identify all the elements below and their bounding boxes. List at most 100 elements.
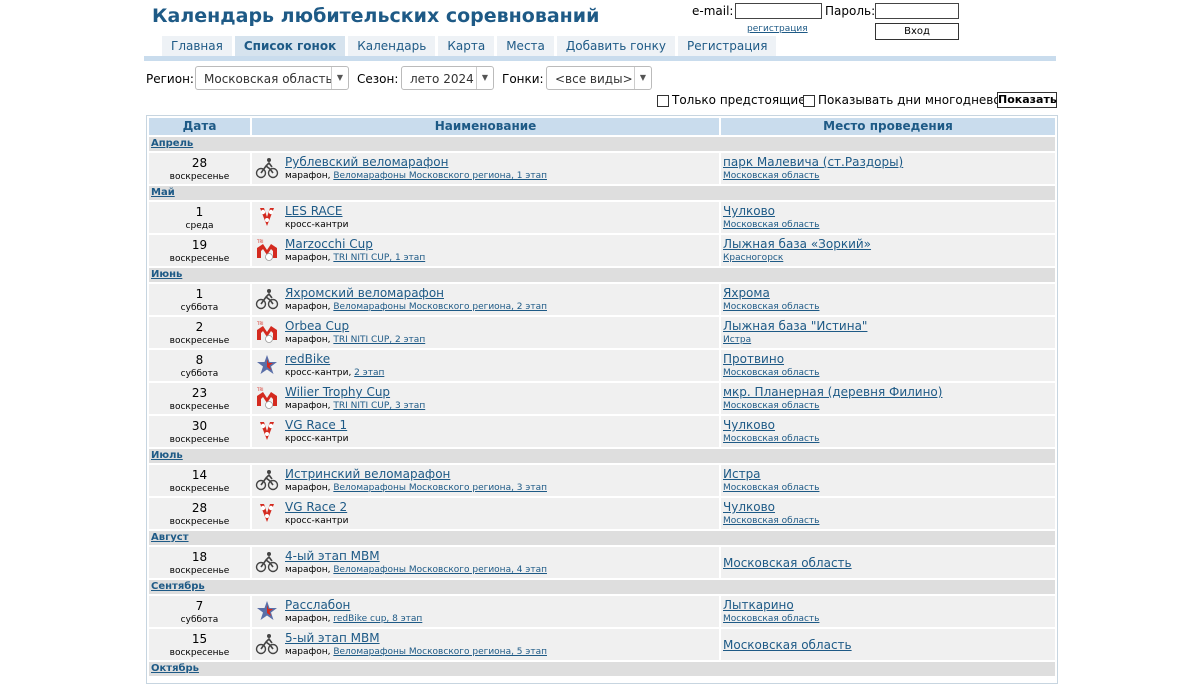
- place-link[interactable]: Московская область: [723, 638, 852, 652]
- region-link[interactable]: Московская область: [723, 516, 819, 526]
- nav-tab[interactable]: Карта: [438, 36, 495, 56]
- place-link[interactable]: мкр. Планерная (деревня Филино): [723, 385, 942, 399]
- race-day: 30: [191, 419, 208, 433]
- month-header[interactable]: Июнь: [149, 268, 1055, 282]
- race-meta: кросс-кантри: [285, 516, 348, 526]
- upcoming-checkbox[interactable]: [657, 95, 669, 107]
- race-name-link[interactable]: LES RACE: [285, 204, 343, 218]
- place-link[interactable]: парк Малевича (ст.Раздоры): [723, 155, 903, 169]
- race-weekday: воскресенье: [169, 566, 230, 576]
- race-series-link[interactable]: TRI NITI CUP, 2 этап: [333, 335, 425, 345]
- race-day: 1: [195, 205, 204, 219]
- month-header[interactable]: Октябрь: [149, 662, 1055, 676]
- password-field[interactable]: [875, 3, 959, 19]
- login-button[interactable]: Вход: [875, 23, 959, 40]
- register-link[interactable]: регистрация: [747, 24, 808, 34]
- place-cell: Московская область: [721, 547, 1055, 578]
- name-cell: redBike кросс-кантри, 2 этап: [252, 350, 719, 381]
- place-link[interactable]: Чулково: [723, 500, 775, 514]
- tri-niti-icon: TRI: [255, 238, 279, 262]
- nav-tab[interactable]: Календарь: [348, 36, 436, 56]
- region-link[interactable]: Московская область: [723, 220, 819, 230]
- race-name-link[interactable]: Яхромский веломарафон: [285, 286, 444, 300]
- race-series-link[interactable]: Веломарафоны Московского региона, 4 этап: [333, 565, 547, 575]
- nav-tab[interactable]: Список гонок: [234, 36, 346, 56]
- table-row: 14 воскресенье Истринский веломарафон мараф…: [149, 465, 1055, 496]
- race-weekday: суббота: [180, 369, 219, 379]
- place-link[interactable]: Истра: [723, 467, 761, 481]
- race-name-link[interactable]: VG Race 2: [285, 500, 347, 514]
- multiday-checkbox[interactable]: [803, 95, 815, 107]
- place-link[interactable]: Чулково: [723, 204, 775, 218]
- race-meta: марафон, redBike cup, 8 этап: [285, 614, 422, 624]
- race-series-link[interactable]: Веломарафоны Московского региона, 2 этап: [333, 302, 547, 312]
- nav-tab[interactable]: Главная: [162, 36, 232, 56]
- race-name-link[interactable]: 5-ый этап МВМ: [285, 631, 380, 645]
- region-link[interactable]: Московская область: [723, 401, 819, 411]
- month-header[interactable]: Апрель: [149, 137, 1055, 151]
- table-row: 15 воскресенье 5-ый этап МВМ марафон, Велом…: [149, 629, 1055, 660]
- region-link[interactable]: Московская область: [723, 614, 819, 624]
- region-select[interactable]: Московская область ▼: [195, 66, 349, 90]
- month-header[interactable]: Июль: [149, 449, 1055, 463]
- race-series-link[interactable]: redBike cup, 8 этап: [333, 614, 422, 624]
- race-name-link[interactable]: Wilier Trophy Cup: [285, 385, 390, 399]
- race-weekday: суббота: [180, 615, 219, 625]
- email-field[interactable]: [735, 3, 822, 19]
- nav-tab[interactable]: Добавить гонку: [556, 36, 675, 56]
- login-form: e-mail: Пароль: регистрация Вход: [690, 3, 990, 40]
- races-select[interactable]: <все виды> ▼: [546, 66, 652, 90]
- region-link[interactable]: Московская область: [723, 368, 819, 378]
- race-series-link[interactable]: Веломарафоны Московского региона, 5 этап: [333, 647, 547, 657]
- race-series-link[interactable]: TRI NITI CUP, 1 этап: [333, 253, 425, 263]
- region-link[interactable]: Красногорск: [723, 253, 783, 263]
- name-cell: TRI Wilier Trophy Cup марафон, TRI NITI CU…: [252, 383, 719, 414]
- race-series-link[interactable]: Веломарафоны Московского региона, 3 этап: [333, 483, 547, 493]
- table-row: 23 воскресенье TRI Wilier Trophy Cup марафон…: [149, 383, 1055, 414]
- race-meta: марафон, Веломарафоны Московского регион…: [285, 171, 547, 181]
- place-link[interactable]: Лыткарино: [723, 598, 794, 612]
- month-header[interactable]: Май: [149, 186, 1055, 200]
- table-row: 18 воскресенье 4-ый этап МВМ марафон, Велом…: [149, 547, 1055, 578]
- redbike-star-icon: [255, 353, 279, 377]
- race-type: марафон,: [285, 614, 334, 624]
- place-cell: Протвино Московская область: [721, 350, 1055, 381]
- show-button[interactable]: Показать: [997, 92, 1057, 108]
- place-link[interactable]: Яхрома: [723, 286, 770, 300]
- race-series-link[interactable]: Веломарафоны Московского региона, 1 этап: [333, 171, 547, 181]
- race-name-link[interactable]: Orbea Cup: [285, 319, 349, 333]
- region-link[interactable]: Московская область: [723, 434, 819, 444]
- place-link[interactable]: Московская область: [723, 556, 852, 570]
- race-name-link[interactable]: Marzocchi Cup: [285, 237, 373, 251]
- site-title: Календарь любительских соревнований: [152, 5, 600, 27]
- name-cell: VG Race 1 кросс-кантри: [252, 416, 719, 447]
- race-name-link[interactable]: 4-ый этап МВМ: [285, 549, 380, 563]
- place-link[interactable]: Лыжная база «Зоркий»: [723, 237, 871, 251]
- region-link[interactable]: Московская область: [723, 171, 819, 181]
- month-header[interactable]: Сентябрь: [149, 580, 1055, 594]
- race-series-link[interactable]: 2 этап: [354, 368, 384, 378]
- region-link[interactable]: Московская область: [723, 483, 819, 493]
- race-name-link[interactable]: Расслабон: [285, 598, 350, 612]
- region-link[interactable]: Истра: [723, 335, 751, 345]
- race-name-link[interactable]: Истринский веломарафон: [285, 467, 450, 481]
- nav-underline: [144, 56, 1056, 61]
- month-header[interactable]: Август: [149, 531, 1055, 545]
- name-cell: LES RACE кросс-кантри: [252, 202, 719, 233]
- race-name-link[interactable]: VG Race 1: [285, 418, 347, 432]
- date-cell: 1 суббота: [149, 284, 250, 315]
- svg-text:TRI: TRI: [256, 239, 263, 244]
- place-link[interactable]: Лыжная база "Истина": [723, 319, 867, 333]
- race-name-link[interactable]: redBike: [285, 352, 330, 366]
- nav-tab[interactable]: Места: [497, 36, 554, 56]
- place-link[interactable]: Протвино: [723, 352, 784, 366]
- race-series-link[interactable]: TRI NITI CUP, 3 этап: [333, 401, 425, 411]
- season-select[interactable]: лето 2024 ▼: [401, 66, 494, 90]
- place-link[interactable]: Чулково: [723, 418, 775, 432]
- nav-tab[interactable]: Регистрация: [677, 36, 777, 56]
- region-link[interactable]: Московская область: [723, 302, 819, 312]
- race-name-link[interactable]: Рублевский веломарафон: [285, 155, 448, 169]
- date-cell: 18 воскресенье: [149, 547, 250, 578]
- date-cell: 30 воскресенье: [149, 416, 250, 447]
- race-day: 19: [191, 238, 208, 252]
